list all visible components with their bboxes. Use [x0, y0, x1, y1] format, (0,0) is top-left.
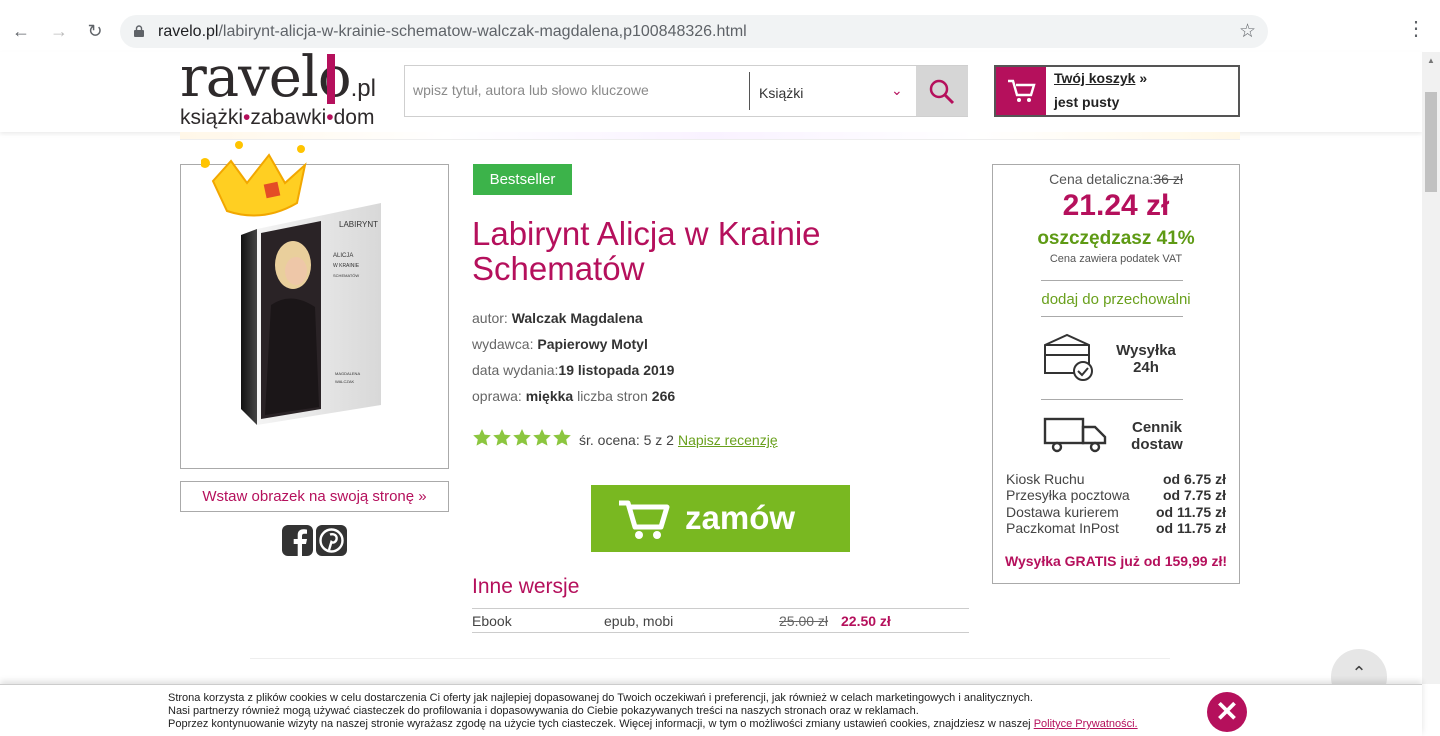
price-box: Cena detaliczna:36 zł 21.24 zł oszczędza… — [992, 164, 1240, 584]
close-icon[interactable]: ✕ — [1207, 692, 1247, 732]
cart-icon — [1008, 79, 1036, 102]
scroll-up-arrow-icon[interactable]: ▲ — [1422, 56, 1440, 65]
facebook-icon[interactable] — [282, 525, 313, 556]
scrollbar[interactable]: ▲ — [1422, 52, 1440, 684]
delivery-price-list-link[interactable]: Cennik dostaw — [1117, 419, 1197, 453]
rating-text: śr. ocena: 5 z 2 — [579, 432, 674, 448]
cookie-banner: Strona korzysta z plików cookies w celu … — [0, 684, 1422, 736]
author-row: autor: Walczak Magdalena — [472, 310, 643, 326]
cart-icon — [619, 500, 670, 539]
scrollbar-thumb[interactable] — [1425, 92, 1437, 192]
delivery-cost-row: Kiosk Ruchu od 6.75 zł — [1006, 471, 1226, 487]
product-title: Labirynt Alicja w Krainie Schematów — [472, 215, 821, 287]
package-clock-icon — [1044, 333, 1093, 381]
cart-widget[interactable]: Twój koszyk » jest pusty — [994, 65, 1240, 117]
version-row[interactable]: Ebook epub, mobi 25.00 zł 22.50 zł — [472, 608, 969, 633]
version-price: 22.50 zł — [841, 613, 891, 629]
search-bar: wpisz tytuł, autora lub słowo kluczowe K… — [404, 65, 968, 117]
delivery-cost-row: Dostawa kurierem od 11.75 zł — [1006, 504, 1226, 520]
release-date-row: data wydania:19 listopada 2019 — [472, 362, 675, 378]
reload-icon[interactable]: ↻ — [82, 18, 108, 44]
svg-text:WALCZAK: WALCZAK — [335, 379, 355, 384]
banner-strip — [180, 132, 1240, 140]
address-bar[interactable]: ravelo.pl/labirynt-alicja-w-krainie-sche… — [120, 15, 1268, 48]
svg-text:ALICJA: ALICJA — [333, 253, 353, 259]
truck-icon — [1043, 417, 1107, 453]
pinterest-icon[interactable] — [316, 525, 347, 556]
order-label: zamów — [685, 499, 796, 536]
delivery-cost-row: Przesyłka pocztowa od 7.75 zł — [1006, 487, 1226, 503]
privacy-policy-link[interactable]: Polityce Prywatności. — [1034, 718, 1138, 730]
svg-text:LABIRYNT: LABIRYNT — [339, 220, 378, 229]
search-button[interactable] — [916, 66, 968, 116]
star-icon — [533, 429, 551, 446]
back-icon[interactable]: ← — [8, 18, 34, 44]
cart-status: jest pusty — [1054, 94, 1120, 110]
bestseller-badge: Bestseller — [473, 164, 572, 195]
star-icon — [553, 429, 571, 446]
search-icon — [929, 79, 955, 105]
author-link[interactable]: Walczak Magdalena — [512, 310, 643, 326]
product-cover[interactable]: LABIRYNT ALICJA W KRAINIE SCHEMATÓW MAGD… — [180, 141, 449, 469]
publisher-row: wydawca: Papierowy Motyl — [472, 336, 648, 352]
book-cover-image: LABIRYNT ALICJA W KRAINIE SCHEMATÓW MAGD… — [241, 203, 381, 425]
cart-link: Twój koszyk — [1054, 70, 1136, 86]
bookmark-ribbon-icon — [327, 54, 335, 104]
savings: oszczędzasz 41% — [1037, 228, 1195, 249]
shipping-time: Wysyłka 24h — [1116, 342, 1176, 376]
vat-note: Cena zawiera podatek VAT — [1049, 253, 1183, 265]
category-select[interactable]: Książki — [759, 85, 803, 101]
svg-text:MAGDALENA: MAGDALENA — [335, 371, 360, 376]
write-review-link[interactable]: Napisz recenzję — [678, 432, 778, 448]
star-icon[interactable]: ☆ — [1239, 20, 1256, 43]
chevron-down-icon[interactable]: ⌄ — [891, 82, 903, 99]
star-icon — [493, 429, 511, 446]
add-to-wishlist-link[interactable]: dodaj do przechowalni — [993, 291, 1239, 308]
version-type: Ebook — [472, 613, 512, 629]
free-shipping-note: Wysyłka GRATIS już od 159,99 zł! — [1005, 553, 1227, 569]
version-old-price: 25.00 zł — [779, 613, 829, 629]
kebab-menu-icon[interactable]: ⋮ — [1406, 16, 1426, 41]
star-icon — [473, 429, 491, 446]
forward-icon[interactable]: → — [46, 18, 72, 44]
url-text: ravelo.pl/labirynt-alicja-w-krainie-sche… — [158, 23, 747, 40]
chevron-up-icon: ⌃ — [1351, 663, 1367, 683]
star-icon — [513, 429, 531, 446]
search-input[interactable]: wpisz tytuł, autora lub słowo kluczowe — [413, 82, 649, 98]
other-versions-title: Inne wersje — [472, 575, 580, 598]
publisher-link[interactable]: Papierowy Motyl — [537, 336, 647, 352]
current-price: 21.24 zł — [1062, 189, 1170, 222]
version-formats: epub, mobi — [604, 613, 674, 629]
order-button[interactable]: zamów — [591, 485, 850, 552]
lock-icon — [134, 25, 144, 37]
svg-text:W KRAINIE: W KRAINIE — [333, 263, 360, 269]
cookie-text: Strona korzysta z plików cookies w celu … — [168, 692, 1138, 730]
insert-image-button[interactable]: Wstaw obrazek na swoją stronę » — [180, 481, 449, 512]
retail-price: Cena detaliczna:36 zł — [1049, 171, 1183, 187]
svg-text:SCHEMATÓW: SCHEMATÓW — [333, 273, 359, 278]
delivery-cost-row: Paczkomat InPost od 11.75 zł — [1006, 520, 1226, 536]
rating-stars — [472, 428, 572, 450]
ravelo-logo[interactable]: ravelo.pl książki•zabawki•dom — [180, 50, 392, 130]
crown-icon — [201, 141, 307, 217]
site-header: ravelo.pl książki•zabawki•dom wpisz tytu… — [0, 50, 1422, 132]
binding-row: oprawa: miękka liczba stron 266 — [472, 388, 676, 404]
